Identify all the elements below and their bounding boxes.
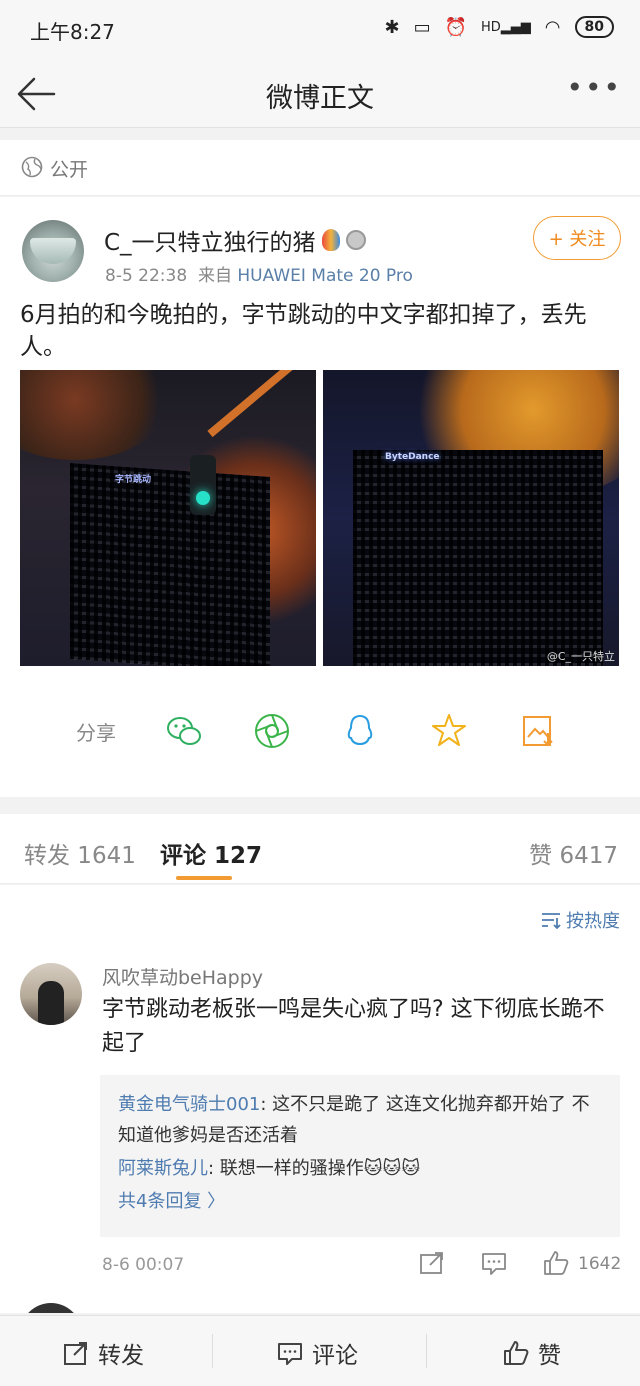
more-options-icon[interactable]: •••	[566, 74, 622, 102]
comment-label[interactable]: 评论	[312, 1336, 358, 1370]
globe-icon	[21, 156, 43, 178]
post-author[interactable]: C_一只特立独行的猪	[104, 223, 366, 257]
bluetooth-icon: ✱	[384, 16, 400, 38]
share-row: 分享	[0, 707, 640, 757]
visibility-bar: 公开	[0, 140, 640, 196]
signal-icon: HD▂▄▆	[481, 19, 531, 35]
like-icon[interactable]	[542, 1249, 570, 1277]
like-button[interactable]: 赞	[502, 1336, 561, 1370]
divider	[212, 1334, 213, 1368]
tab-comment[interactable]: 评论 127	[160, 836, 262, 870]
tab-repost[interactable]: 转发 1641	[24, 836, 136, 870]
bottom-action-bar: 转发 评论 赞	[0, 1315, 640, 1386]
post-card: C_一只特立独行的猪 8-5 22:38 来自 HUAWEI Mate 20 P…	[0, 197, 640, 797]
status-time: 上午8:27	[30, 20, 115, 44]
reply-author[interactable]: 黄金电气骑士001	[118, 1094, 260, 1115]
balloon-badge-icon	[321, 229, 340, 251]
reply-item: 黄金电气骑士001: 这不只是跪了 这连文化抛弃都开始了 不知道他爹妈是否还活着	[118, 1089, 602, 1151]
tab-like[interactable]: 赞 6417	[529, 836, 618, 870]
comment-time: 8-6 00:07	[102, 1255, 185, 1275]
share-label: 分享	[76, 721, 116, 745]
building-sign: ByteDance	[385, 452, 440, 462]
status-icons: ✱ ▭ ⏰ HD▂▄▆ ◠ 80	[384, 16, 614, 38]
medal-badge-icon	[345, 230, 366, 250]
comment-author[interactable]: 风吹草动beHappy	[102, 963, 263, 990]
status-bar: 上午8:27 ✱ ▭ ⏰ HD▂▄▆ ◠ 80	[0, 0, 640, 58]
nav-bar: 微博正文 •••	[0, 58, 640, 128]
post-source[interactable]: HUAWEI Mate 20 Pro	[237, 266, 413, 286]
image-watermark: @C_一只特立	[546, 650, 615, 663]
reply-icon[interactable]	[480, 1249, 508, 1277]
wifi-icon: ◠	[544, 16, 561, 38]
visibility-label: 公开	[50, 159, 89, 181]
reply-author[interactable]: 阿莱斯兔儿	[118, 1158, 208, 1179]
comment-button[interactable]: 评论	[276, 1336, 358, 1370]
page-title: 微博正文	[266, 83, 374, 114]
avatar[interactable]	[20, 963, 82, 1025]
alarm-icon: ⏰	[444, 16, 467, 38]
moments-icon[interactable]	[252, 711, 292, 751]
interaction-tabs: 转发 1641 评论 127 赞 6417	[0, 814, 640, 884]
like-label[interactable]: 赞	[538, 1336, 561, 1370]
username[interactable]: C_一只特立独行的猪	[104, 223, 316, 257]
post-image-2[interactable]: ByteDance @C_一只特立	[323, 370, 619, 666]
post-image-1[interactable]: 字节跳动	[20, 370, 316, 666]
post-meta: 8-5 22:38 来自 HUAWEI Mate 20 Pro	[105, 261, 413, 286]
divider	[426, 1334, 427, 1368]
sort-button[interactable]: 按热度	[540, 907, 620, 933]
reply-item: 阿莱斯兔儿: 联想一样的骚操作🐱🐱🐱	[118, 1153, 602, 1184]
battery-indicator: 80	[574, 16, 614, 38]
wechat-icon[interactable]	[164, 711, 204, 751]
save-image-icon[interactable]	[518, 711, 558, 751]
qq-icon[interactable]	[340, 711, 380, 751]
more-replies-link[interactable]: 共4条回复 〉	[118, 1187, 225, 1213]
like-icon	[504, 1341, 529, 1365]
qzone-icon[interactable]	[429, 711, 469, 751]
network-label: HD	[481, 19, 501, 35]
comment-icon	[278, 1343, 302, 1365]
avatar[interactable]	[22, 220, 84, 282]
follow-button[interactable]: + 关注	[533, 216, 621, 260]
post-text: 6月拍的和今晚拍的，字节跳动的中文字都扣掉了，丢先人。	[20, 302, 587, 360]
comment-list: 按热度 风吹草动beHappy 字节跳动老板张一鸣是失心疯了吗? 这下彻底长跪不…	[0, 885, 640, 1313]
repost-button[interactable]: 转发	[62, 1336, 144, 1370]
building-sign: 字节跳动	[115, 475, 152, 485]
post-date: 8-5 22:38	[105, 266, 188, 286]
repost-icon	[64, 1342, 87, 1365]
repost-label[interactable]: 转发	[98, 1336, 144, 1370]
forward-icon[interactable]	[418, 1249, 446, 1277]
comment-text: 字节跳动老板张一鸣是失心疯了吗? 这下彻底长跪不起了	[102, 997, 605, 1056]
reply-text: : 联想一样的骚操作🐱🐱🐱	[208, 1158, 421, 1179]
vibrate-icon: ▭	[413, 16, 431, 38]
sort-label[interactable]: 按热度	[566, 907, 620, 933]
like-count: 1642	[578, 1254, 622, 1274]
sort-icon	[542, 913, 561, 930]
avatar[interactable]	[20, 1303, 82, 1313]
source-prefix: 来自	[197, 266, 232, 286]
active-tab-indicator	[176, 876, 232, 880]
reply-box[interactable]: 黄金电气骑士001: 这不只是跪了 这连文化抛弃都开始了 不知道他爹妈是否还活着…	[100, 1075, 620, 1237]
